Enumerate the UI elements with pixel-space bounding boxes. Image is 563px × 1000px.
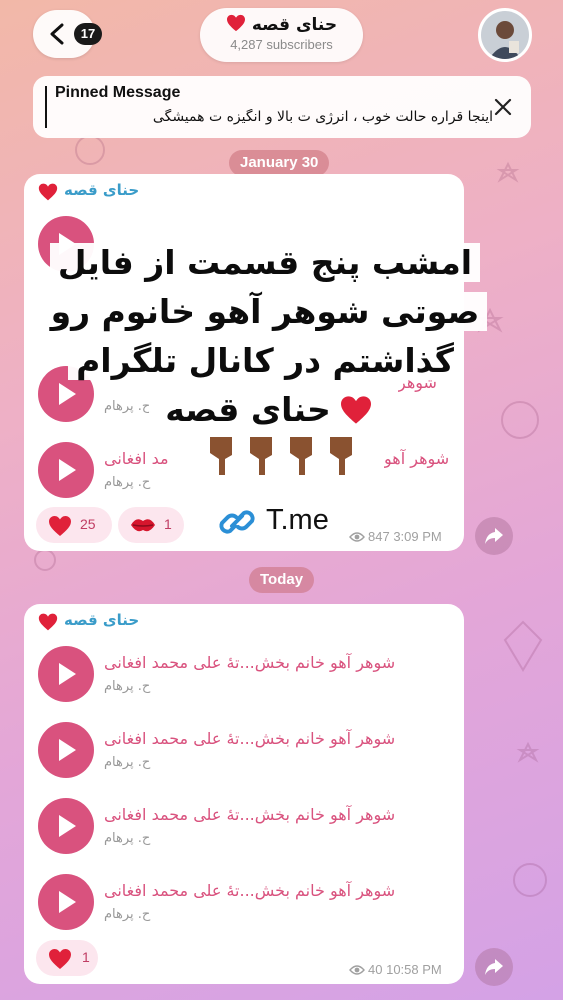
- audio-track[interactable]: شوهر آهو خانم بخش...تهٔ علی محمد افغانی …: [38, 722, 458, 782]
- heart-icon: [38, 613, 58, 631]
- eye-icon: [349, 965, 365, 975]
- reaction-kiss[interactable]: 1: [118, 507, 184, 543]
- audio-artist: ح. پرهام: [104, 475, 151, 490]
- pinned-indicator: [45, 86, 47, 128]
- pinned-message-bar[interactable]: Pinned Message اینجا قراره حالت خوب ، ان…: [33, 76, 531, 138]
- audio-artist: ح. پرهام: [104, 679, 151, 694]
- pinned-label: Pinned Message: [55, 84, 181, 101]
- play-button[interactable]: [38, 442, 94, 498]
- heart-icon: [226, 14, 245, 32]
- forward-button[interactable]: [475, 948, 513, 986]
- audio-title: شوهر آهو خانم بخش...تهٔ علی محمد افغانی: [104, 729, 396, 748]
- audio-title-fragment: مد افغانی: [104, 449, 169, 468]
- back-button[interactable]: 17: [33, 10, 102, 58]
- audio-title: شوهر آهو خانم بخش...تهٔ علی محمد افغانی: [104, 881, 396, 900]
- play-button[interactable]: [38, 798, 94, 854]
- overlay-line: صوتی شوهر آهو خانوم رو: [42, 292, 488, 331]
- avatar-photo: [481, 11, 529, 59]
- subscriber-count: 4,287 subscribers: [230, 37, 333, 52]
- pinned-text: اینجا قراره حالت خوب ، انرژی ت بالا و ان…: [152, 109, 493, 125]
- play-button[interactable]: [38, 722, 94, 778]
- link-icon: [219, 510, 255, 534]
- overlay-line: حنای قصه: [149, 390, 381, 429]
- kiss-icon: [131, 519, 155, 532]
- message-meta: 847 3:09 PM: [349, 529, 442, 544]
- eye-icon: [349, 532, 365, 542]
- heart-icon: [49, 516, 71, 536]
- channel-title: حنای قصه: [200, 14, 363, 35]
- chevron-left-icon: [50, 23, 64, 45]
- audio-track[interactable]: شوهر آهو خانم بخش...تهٔ علی محمد افغانی …: [38, 646, 458, 706]
- play-icon: [59, 815, 76, 837]
- chat-header: 17 حنای قصه 4,287 subscribers: [0, 0, 563, 70]
- pointing-down-hands-icon: [210, 437, 352, 475]
- play-button[interactable]: [38, 646, 94, 702]
- forward-button[interactable]: [475, 517, 513, 555]
- sender-name: حنای قصه: [64, 181, 140, 199]
- message-meta: 40 10:58 PM: [349, 962, 442, 977]
- view-count: 40: [368, 962, 383, 977]
- message-time: 3:09 PM: [393, 529, 442, 544]
- play-icon: [59, 663, 76, 685]
- share-arrow-icon: [485, 959, 503, 975]
- play-icon: [59, 739, 76, 761]
- unread-count-badge: 17: [74, 23, 102, 45]
- link-text: T.me: [266, 504, 329, 536]
- date-separator: January 30: [229, 150, 330, 176]
- channel-avatar[interactable]: [478, 8, 532, 62]
- reaction-count: 25: [80, 516, 96, 532]
- audio-title: شوهر آهو خانم بخش...تهٔ علی محمد افغانی: [104, 805, 396, 824]
- audio-title: شوهر آهو خانم بخش...تهٔ علی محمد افغانی: [104, 653, 396, 672]
- reaction-count: 1: [82, 949, 90, 965]
- overlay-line: گذاشتم در کانال تلگرام: [68, 341, 462, 380]
- play-icon: [59, 891, 76, 913]
- play-button[interactable]: [38, 874, 94, 930]
- date-separator: Today: [249, 567, 315, 593]
- heart-icon: [49, 949, 71, 969]
- close-icon[interactable]: [491, 95, 515, 119]
- reaction-count: 1: [164, 516, 172, 532]
- sender-name: حنای قصه: [64, 611, 140, 629]
- reaction-heart[interactable]: 25: [36, 507, 112, 543]
- message-bubble[interactable]: حنای قصه شوهر آهو خانم بخش...تهٔ علی محم…: [24, 604, 464, 984]
- share-arrow-icon: [485, 528, 503, 544]
- audio-artist: ح. پرهام: [104, 907, 151, 922]
- heart-icon: [340, 396, 371, 424]
- reaction-heart[interactable]: 1: [36, 940, 98, 976]
- heart-icon: [38, 183, 58, 201]
- audio-title: شوهر آهو: [384, 449, 450, 468]
- audio-track[interactable]: شوهر آهو خانم بخش...تهٔ علی محمد افغانی …: [38, 874, 458, 934]
- message-time: 10:58 PM: [386, 962, 442, 977]
- overlay-caption: امشب پنج قسمت از فایل صوتی شوهر آهو خانو…: [30, 238, 500, 434]
- audio-track[interactable]: شوهر آهو خانم بخش...تهٔ علی محمد افغانی …: [38, 798, 458, 858]
- play-icon: [59, 459, 76, 481]
- view-count: 847: [368, 529, 390, 544]
- audio-artist: ح. پرهام: [104, 831, 151, 846]
- audio-artist: ح. پرهام: [104, 755, 151, 770]
- overlay-line: امشب پنج قسمت از فایل: [49, 243, 481, 282]
- channel-info-button[interactable]: حنای قصه 4,287 subscribers: [200, 8, 363, 62]
